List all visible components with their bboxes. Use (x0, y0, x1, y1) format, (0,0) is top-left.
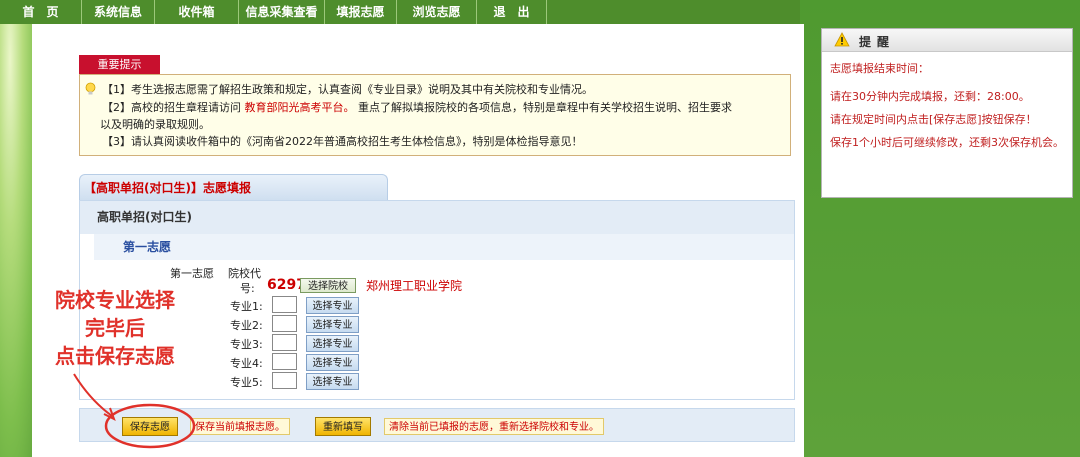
annotation-arrow-overlay (73, 373, 196, 449)
annotation-circle (104, 403, 196, 449)
annotation-arrow (73, 373, 113, 417)
